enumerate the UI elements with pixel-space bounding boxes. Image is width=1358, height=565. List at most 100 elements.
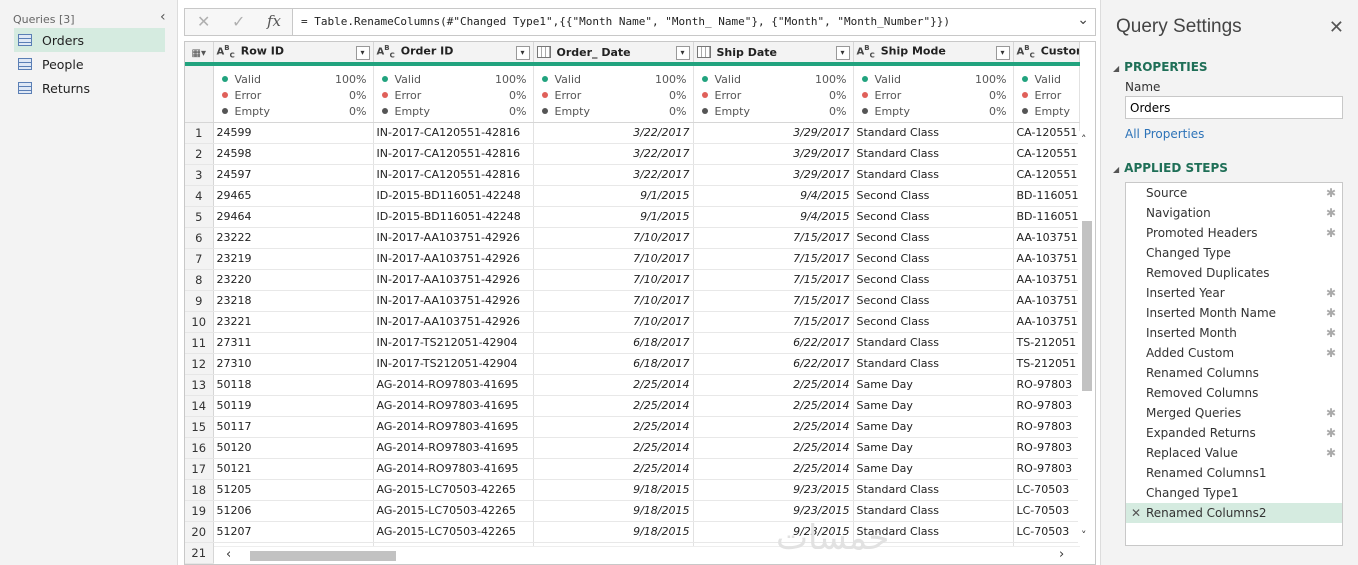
table-cell[interactable]: 2/25/2014 <box>693 416 854 438</box>
table-cell[interactable]: 50121 <box>213 458 374 480</box>
applied-step[interactable]: Added Custom ✱ <box>1126 343 1342 363</box>
table-cell[interactable]: AA-103751 <box>1013 227 1080 249</box>
table-row[interactable]: 19 51206 AG-2015-LC70503-42265 9/18/2015 9/2… <box>185 500 1080 522</box>
table-cell[interactable]: 7/10/2017 <box>533 248 694 270</box>
table-cell[interactable]: ID-2015-BD116051-42248 <box>373 206 534 228</box>
table-cell[interactable]: 2/25/2014 <box>693 395 854 417</box>
close-icon[interactable]: ✕ <box>1329 17 1344 38</box>
table-cell[interactable]: 23221 <box>213 311 374 333</box>
applied-step[interactable]: Changed Type <box>1126 243 1342 263</box>
applied-step[interactable]: Promoted Headers ✱ <box>1126 223 1342 243</box>
table-cell[interactable]: 9/18/2015 <box>533 521 694 543</box>
scroll-right-icon[interactable]: › <box>1059 547 1064 562</box>
table-row[interactable]: 2 24598 IN-2017-CA120551-42816 3/22/2017 3/2… <box>185 143 1080 165</box>
table-cell[interactable]: Second Class <box>853 248 1014 270</box>
gear-icon[interactable]: ✱ <box>1326 343 1336 363</box>
table-cell[interactable]: AG-2015-LC70503-42265 <box>373 500 534 522</box>
table-row[interactable]: 6 23222 IN-2017-AA103751-42926 7/10/2017 7/1… <box>185 227 1080 249</box>
table-row[interactable]: 5 29464 ID-2015-BD116051-42248 9/1/2015 9/4/… <box>185 206 1080 228</box>
properties-section[interactable]: ◢ PROPERTIES <box>1113 60 1208 74</box>
table-cell[interactable]: 7/10/2017 <box>533 290 694 312</box>
table-cell[interactable]: 7/15/2017 <box>693 290 854 312</box>
table-row[interactable]: 12 27310 IN-2017-TS212051-42904 6/18/2017 6/… <box>185 353 1080 375</box>
table-row[interactable]: 18 51205 AG-2015-LC70503-42265 9/18/2015 9/2… <box>185 479 1080 501</box>
table-cell[interactable]: 29465 <box>213 185 374 207</box>
date-type-icon[interactable] <box>536 45 551 58</box>
table-cell[interactable]: 2/25/2014 <box>533 374 694 396</box>
table-cell[interactable]: Second Class <box>853 311 1014 333</box>
table-cell[interactable]: 2/25/2014 <box>533 437 694 459</box>
applied-step[interactable]: Removed Duplicates <box>1126 263 1342 283</box>
table-cell[interactable]: TS-212051 <box>1013 353 1080 375</box>
table-cell[interactable]: AA-103751 <box>1013 311 1080 333</box>
scroll-left-icon[interactable]: ‹ <box>226 547 231 562</box>
table-cell[interactable]: 7/10/2017 <box>533 269 694 291</box>
table-row[interactable]: 20 51207 AG-2015-LC70503-42265 9/18/2015 9/2… <box>185 521 1080 543</box>
confirm-icon[interactable]: ✓ <box>232 12 245 31</box>
table-cell[interactable]: 9/18/2015 <box>533 479 694 501</box>
table-cell[interactable]: Same Day <box>853 395 1014 417</box>
filter-dropdown-icon[interactable]: ▾ <box>675 46 690 60</box>
gear-icon[interactable]: ✱ <box>1326 423 1336 443</box>
table-cell[interactable]: RO-97803 <box>1013 395 1080 417</box>
table-cell[interactable]: IN-2017-CA120551-42816 <box>373 143 534 165</box>
table-cell[interactable]: 9/4/2015 <box>693 185 854 207</box>
table-row[interactable]: 7 23219 IN-2017-AA103751-42926 7/10/2017 7/1… <box>185 248 1080 270</box>
filter-dropdown-icon[interactable]: ▾ <box>995 46 1010 60</box>
table-row[interactable]: 14 50119 AG-2014-RO97803-41695 2/25/2014 2/2… <box>185 395 1080 417</box>
table-cell[interactable]: 2/25/2014 <box>533 416 694 438</box>
table-cell[interactable]: AA-103751 <box>1013 290 1080 312</box>
query-item-returns[interactable]: Returns <box>14 76 165 100</box>
date-type-icon[interactable] <box>696 45 711 58</box>
query-name-input[interactable] <box>1125 96 1343 119</box>
table-cell[interactable]: 23218 <box>213 290 374 312</box>
gear-icon[interactable]: ✱ <box>1326 203 1336 223</box>
table-cell[interactable]: ID-2015-BD116051-42248 <box>373 185 534 207</box>
table-cell[interactable]: 9/1/2015 <box>533 185 694 207</box>
table-cell[interactable]: CA-120551 <box>1013 143 1080 165</box>
table-cell[interactable]: RO-97803 <box>1013 374 1080 396</box>
table-menu-icon[interactable]: ▦▾ <box>185 42 214 66</box>
table-cell[interactable]: 23220 <box>213 269 374 291</box>
table-cell[interactable]: LC-70503 <box>1013 521 1080 543</box>
table-cell[interactable]: 24597 <box>213 164 374 186</box>
table-cell[interactable]: Same Day <box>853 416 1014 438</box>
table-cell[interactable]: 51205 <box>213 479 374 501</box>
table-cell[interactable]: 50120 <box>213 437 374 459</box>
table-cell[interactable]: 7/15/2017 <box>693 248 854 270</box>
table-cell[interactable]: 7/15/2017 <box>693 269 854 291</box>
table-cell[interactable]: IN-2017-CA120551-42816 <box>373 164 534 186</box>
column-header[interactable]: ABC Row ID ▾ <box>213 42 374 66</box>
table-cell[interactable]: 2/25/2014 <box>693 374 854 396</box>
table-cell[interactable]: AG-2014-RO97803-41695 <box>373 416 534 438</box>
table-cell[interactable]: 27310 <box>213 353 374 375</box>
table-cell[interactable]: CA-120551 <box>1013 122 1080 144</box>
table-row[interactable]: 13 50118 AG-2014-RO97803-41695 2/25/2014 2/2… <box>185 374 1080 396</box>
table-cell[interactable]: 7/10/2017 <box>533 311 694 333</box>
cancel-icon[interactable]: ✕ <box>197 12 210 31</box>
table-cell[interactable]: IN-2017-AA103751-42926 <box>373 227 534 249</box>
query-item-people[interactable]: People <box>14 52 165 76</box>
column-header[interactable]: Order_ Date ▾ <box>533 42 694 66</box>
table-cell[interactable]: AG-2014-RO97803-41695 <box>373 437 534 459</box>
filter-dropdown-icon[interactable]: ▾ <box>355 46 370 60</box>
table-cell[interactable]: 23219 <box>213 248 374 270</box>
table-cell[interactable]: Standard Class <box>853 143 1014 165</box>
table-cell[interactable]: IN-2017-AA103751-42926 <box>373 311 534 333</box>
table-cell[interactable]: Same Day <box>853 374 1014 396</box>
gear-icon[interactable]: ✱ <box>1326 323 1336 343</box>
filter-dropdown-icon[interactable]: ▾ <box>515 46 530 60</box>
delete-step-icon[interactable]: ✕ <box>1131 503 1141 523</box>
table-cell[interactable]: Same Day <box>853 437 1014 459</box>
table-cell[interactable]: Standard Class <box>853 353 1014 375</box>
applied-step[interactable]: Expanded Returns ✱ <box>1126 423 1342 443</box>
table-cell[interactable]: 2/25/2014 <box>693 458 854 480</box>
table-cell[interactable]: Standard Class <box>853 500 1014 522</box>
table-cell[interactable]: 50117 <box>213 416 374 438</box>
table-row[interactable]: 9 23218 IN-2017-AA103751-42926 7/10/2017 7/1… <box>185 290 1080 312</box>
table-cell[interactable]: 9/23/2015 <box>693 500 854 522</box>
column-header[interactable]: ABC Ship Mode ▾ <box>853 42 1014 66</box>
table-cell[interactable]: Standard Class <box>853 164 1014 186</box>
table-cell[interactable]: BD-116051 <box>1013 206 1080 228</box>
column-header[interactable]: ABC Order ID ▾ <box>373 42 534 66</box>
